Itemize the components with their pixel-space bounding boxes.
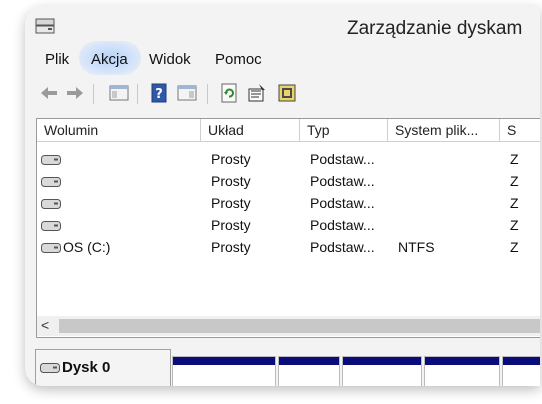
cell-type: Podstaw... xyxy=(310,195,375,211)
partition-block[interactable] xyxy=(424,356,500,386)
forward-icon[interactable] xyxy=(65,83,85,103)
partition-block[interactable] xyxy=(342,356,422,386)
volume-list: Wolumin Układ Typ System plik... S Prost… xyxy=(36,118,540,338)
column-header-typ[interactable]: Typ xyxy=(300,119,388,141)
toolbar-separator xyxy=(207,84,208,104)
cell-volume: OS (C:) xyxy=(63,239,111,255)
volume-drive-icon xyxy=(41,177,61,187)
list-header: Wolumin Układ Typ System plik... S xyxy=(37,119,540,142)
rescan-disks-icon[interactable] xyxy=(277,83,297,103)
table-row[interactable]: Prosty Podstaw... Z xyxy=(37,214,540,236)
partition-bar xyxy=(279,357,339,365)
cell-status: Z xyxy=(510,195,519,211)
title-bar: Zarządzanie dyskam xyxy=(25,6,540,42)
cell-layout: Prosty xyxy=(211,239,251,255)
cell-layout: Prosty xyxy=(211,151,251,167)
console-tree-icon[interactable] xyxy=(109,83,129,103)
disk-label: Dysk 0 xyxy=(62,359,111,376)
menu-pomoc[interactable]: Pomoc xyxy=(215,51,262,68)
menu-bar: Plik Akcja Widok Pomoc xyxy=(25,47,540,73)
help-icon[interactable]: ? xyxy=(149,83,169,103)
column-header-system-plikow[interactable]: System plik... xyxy=(388,119,500,141)
partition-block[interactable] xyxy=(172,356,276,386)
table-row[interactable]: OS (C:) Prosty Podstaw... NTFS Z xyxy=(37,236,540,258)
menu-widok[interactable]: Widok xyxy=(149,51,191,68)
properties-icon[interactable] xyxy=(247,83,267,103)
volume-drive-icon xyxy=(41,243,61,253)
cell-type: Podstaw... xyxy=(310,151,375,167)
toolbar-separator xyxy=(137,84,138,104)
menu-akcja[interactable]: Akcja xyxy=(91,51,128,68)
scroll-left-arrow[interactable]: < xyxy=(41,317,49,333)
table-row[interactable]: Prosty Podstaw... Z xyxy=(37,170,540,192)
partition-bar xyxy=(503,357,540,365)
cell-type: Podstaw... xyxy=(310,173,375,189)
cell-layout: Prosty xyxy=(211,217,251,233)
table-row[interactable]: Prosty Podstaw... Z xyxy=(37,192,540,214)
column-header-wolumin[interactable]: Wolumin xyxy=(37,119,201,141)
scrollbar-thumb[interactable] xyxy=(59,319,540,333)
partition-bar xyxy=(173,357,275,365)
volume-drive-icon xyxy=(41,155,61,165)
window-title: Zarządzanie dyskam xyxy=(347,18,523,39)
action-pane-icon[interactable] xyxy=(177,83,197,103)
menu-plik[interactable]: Plik xyxy=(45,51,69,68)
toolbar-separator xyxy=(93,84,94,104)
partition-bar xyxy=(425,357,499,365)
toolbar: ? xyxy=(25,79,540,109)
table-row[interactable]: Prosty Podstaw... Z xyxy=(37,148,540,170)
cell-status: Z xyxy=(510,239,519,255)
disk-map-panel: Dysk 0 xyxy=(25,342,540,386)
volume-drive-icon xyxy=(41,199,61,209)
cell-status: Z xyxy=(510,217,519,233)
partition-bar xyxy=(343,357,421,365)
column-header-uklad[interactable]: Układ xyxy=(201,119,300,141)
horizontal-scrollbar[interactable]: < xyxy=(37,316,540,336)
cell-status: Z xyxy=(510,173,519,189)
refresh-icon[interactable] xyxy=(219,83,239,103)
cell-type: Podstaw... xyxy=(310,217,375,233)
disk-drive-icon xyxy=(40,363,60,373)
volume-drive-icon xyxy=(41,221,61,231)
cell-type: Podstaw... xyxy=(310,239,375,255)
cell-filesystem: NTFS xyxy=(398,239,435,255)
disk-management-app-icon xyxy=(35,18,55,34)
back-icon[interactable] xyxy=(39,83,59,103)
cell-layout: Prosty xyxy=(211,195,251,211)
cell-status: Z xyxy=(510,151,519,167)
partition-block[interactable] xyxy=(502,356,540,386)
svg-text:?: ? xyxy=(155,87,163,102)
disk-label-box[interactable]: Dysk 0 xyxy=(35,349,171,386)
cell-layout: Prosty xyxy=(211,173,251,189)
column-header-s[interactable]: S xyxy=(500,119,540,141)
partition-block[interactable] xyxy=(278,356,340,386)
disk-management-window: Zarządzanie dyskam Plik Akcja Widok Pomo… xyxy=(25,6,540,386)
